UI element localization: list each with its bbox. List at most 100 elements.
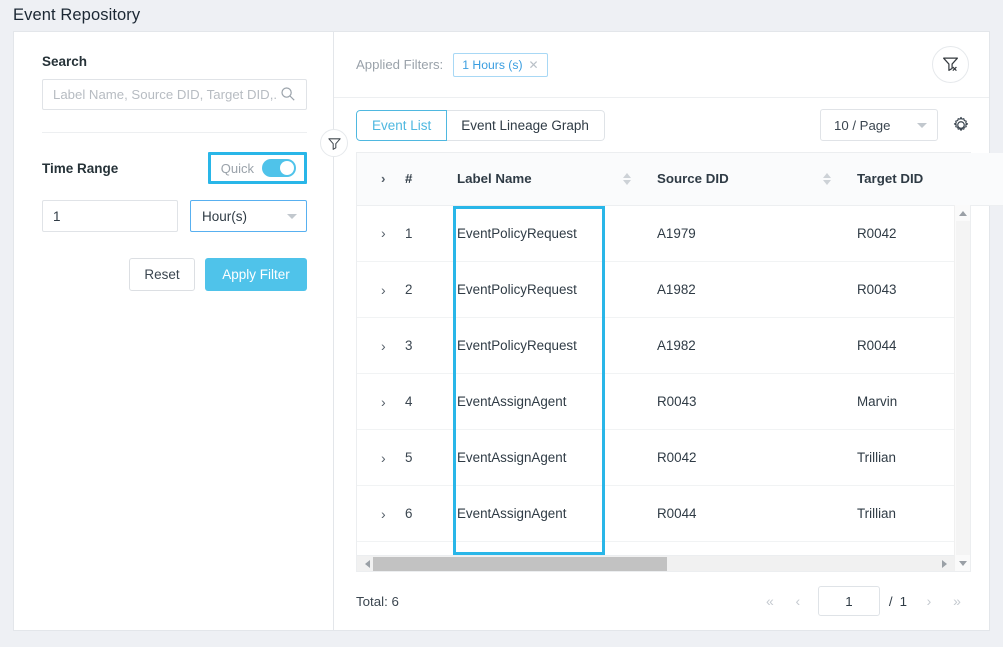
next-page-button[interactable]: › <box>915 587 943 615</box>
cell-index: 5 <box>405 430 445 486</box>
cell-index: 6 <box>405 486 445 542</box>
funnel-icon <box>327 136 342 151</box>
time-amount-input[interactable] <box>42 200 178 232</box>
content-panel: Applied Filters: 1 Hours (s) ✕ Event Lis… <box>334 32 989 630</box>
th-expand-all[interactable]: › <box>357 153 405 205</box>
close-icon[interactable]: ✕ <box>529 58 539 72</box>
filter-actions: Reset Apply Filter <box>42 258 307 291</box>
table-horizontal-scrollbar[interactable] <box>357 555 970 571</box>
cell-source-did: A1982 <box>645 262 845 318</box>
applied-filters-label: Applied Filters: <box>356 57 443 72</box>
scroll-up-button[interactable] <box>955 205 971 221</box>
panel-divider <box>42 132 307 133</box>
expand-all-icon: › <box>357 153 405 205</box>
cell-source-did: R0043 <box>645 374 845 430</box>
cell-label-name: EventPolicyRequest <box>445 318 645 374</box>
table-vertical-scrollbar[interactable] <box>954 205 970 571</box>
page-separator: / <box>889 594 893 609</box>
sort-label-name-icon[interactable] <box>621 173 633 185</box>
apply-filter-button[interactable]: Apply Filter <box>205 258 307 291</box>
table-row[interactable]: ›3EventPolicyRequestA1982R0044 <box>357 318 970 374</box>
last-page-button[interactable]: » <box>943 587 971 615</box>
cell-expand[interactable]: › <box>357 318 405 374</box>
caret-up-icon <box>959 211 967 216</box>
th-label-name[interactable]: Label Name <box>445 153 645 205</box>
quick-toggle[interactable] <box>262 159 296 177</box>
chevron-down-icon <box>917 123 927 128</box>
total-pages: 1 <box>900 594 907 609</box>
chevron-down-icon <box>287 214 297 219</box>
prev-page-button[interactable]: ‹ <box>784 587 812 615</box>
time-inputs-row: Hour(s) <box>42 200 307 232</box>
horizontal-scroll-thumb[interactable] <box>373 557 667 571</box>
filter-chip-label: 1 Hours (s) <box>462 58 522 72</box>
page-size-value: 10 / Page <box>834 118 890 133</box>
cell-target-did: Trillian <box>845 486 970 542</box>
scroll-right-button[interactable] <box>938 556 954 572</box>
cell-expand[interactable]: › <box>357 206 405 262</box>
tab-event-list[interactable]: Event List <box>356 110 447 141</box>
quick-toggle-annotation: Quick <box>208 152 307 184</box>
cell-target-did: R0042 <box>845 206 970 262</box>
table-row[interactable]: ›4EventAssignAgentR0043Marvin <box>357 374 970 430</box>
expand-row-icon[interactable]: › <box>357 225 386 241</box>
horizontal-scroll-track[interactable] <box>373 557 938 571</box>
th-target-did-text: Target DID <box>845 171 923 186</box>
table-row[interactable]: › 6EventAssignAgentR0044Trillian <box>357 486 970 542</box>
first-page-button[interactable]: « <box>756 587 784 615</box>
search-label: Search <box>42 54 305 69</box>
table-body-scroll[interactable]: ›1EventPolicyRequestA1979R0042›2EventPol… <box>357 206 970 556</box>
expand-row-icon[interactable]: › <box>357 506 386 522</box>
cell-label-name: EventAssignAgent <box>445 486 645 542</box>
th-index-label: # <box>405 153 445 205</box>
expand-row-icon[interactable]: › <box>357 394 386 410</box>
search-input[interactable] <box>42 79 307 110</box>
caret-down-icon <box>959 561 967 566</box>
reset-button[interactable]: Reset <box>129 258 195 291</box>
expand-row-icon[interactable]: › <box>357 338 386 354</box>
cell-expand[interactable]: › <box>357 262 405 318</box>
table-row[interactable]: ›5EventAssignAgentR0042Trillian <box>357 430 970 486</box>
page-number-input[interactable] <box>818 586 880 616</box>
cell-source-did: R0044 <box>645 486 845 542</box>
scroll-left-button[interactable] <box>357 556 373 572</box>
scroll-down-button[interactable] <box>955 555 971 571</box>
panel-collapse-button[interactable] <box>320 129 348 157</box>
th-label-name-text: Label Name <box>445 171 532 186</box>
table-row[interactable]: ›1EventPolicyRequestA1979R0042 <box>357 206 970 262</box>
quick-label: Quick <box>221 161 254 176</box>
cell-expand[interactable]: › <box>357 486 405 542</box>
cell-label-name: EventPolicyRequest <box>445 262 645 318</box>
event-table-head: › # Label Name <box>357 153 1003 206</box>
cell-expand[interactable]: › <box>357 430 405 486</box>
applied-filters-bar: Applied Filters: 1 Hours (s) ✕ <box>334 32 989 98</box>
th-source-did[interactable]: Source DID <box>645 153 845 205</box>
filter-chip[interactable]: 1 Hours (s) ✕ <box>453 53 547 77</box>
settings-button[interactable] <box>951 115 971 135</box>
clear-filters-button[interactable] <box>932 46 969 83</box>
time-unit-select[interactable]: Hour(s) <box>190 200 307 232</box>
cell-target-did: Trillian <box>845 430 970 486</box>
table-footer: Total: 6 « ‹ / 1 › » <box>334 572 989 630</box>
page-size-select[interactable]: 10 / Page <box>820 109 938 141</box>
cell-expand[interactable]: › <box>357 374 405 430</box>
cell-index: 1 <box>405 206 445 262</box>
expand-row-icon[interactable]: › <box>357 282 386 298</box>
table-body: ›1EventPolicyRequestA1979R0042›2EventPol… <box>357 206 970 542</box>
sort-source-did-icon[interactable] <box>821 173 833 185</box>
cell-source-did: R0042 <box>645 430 845 486</box>
time-unit-value: Hour(s) <box>202 209 247 224</box>
time-range-label: Time Range <box>42 161 118 176</box>
filter-panel: Search Time Range Quick Hour(s) <box>14 32 334 630</box>
cell-index: 3 <box>405 318 445 374</box>
vertical-scroll-thumb[interactable] <box>956 221 970 555</box>
tab-event-lineage-graph[interactable]: Event Lineage Graph <box>446 110 605 141</box>
th-target-did: Target DID <box>845 153 1003 205</box>
total-count: Total: 6 <box>356 594 399 609</box>
caret-left-icon <box>361 560 370 568</box>
expand-row-icon[interactable]: › <box>357 450 386 466</box>
gear-icon <box>952 116 970 134</box>
cell-index: 2 <box>405 262 445 318</box>
table-row[interactable]: ›2EventPolicyRequestA1982R0043 <box>357 262 970 318</box>
view-tabs: Event List Event Lineage Graph <box>356 110 605 141</box>
